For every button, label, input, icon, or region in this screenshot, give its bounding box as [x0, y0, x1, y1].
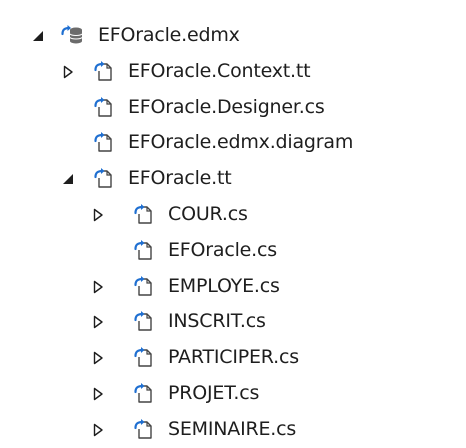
- template-file-icon: [132, 381, 156, 405]
- template-file-icon: [92, 59, 116, 83]
- template-file-icon: [132, 309, 156, 333]
- tree-node-label: COUR.cs: [168, 203, 248, 225]
- tree-node-label: EMPLOYE.cs: [168, 274, 280, 297]
- collapsed-arrow-icon[interactable]: [91, 422, 105, 436]
- tree-node[interactable]: COUR.cs: [0, 198, 466, 230]
- template-file-icon: [92, 130, 116, 154]
- collapsed-arrow-icon[interactable]: [91, 279, 105, 293]
- clipped-row-fragment: [118, 0, 288, 6]
- tree-node[interactable]: EFOracle.tt: [0, 162, 466, 194]
- expanded-arrow-icon[interactable]: [61, 171, 75, 185]
- template-file-icon: [132, 345, 156, 369]
- tree-node[interactable]: EFOracle.cs: [0, 234, 466, 266]
- collapsed-arrow-icon[interactable]: [91, 386, 105, 401]
- tree-node-label: EFOracle.edmx: [98, 24, 240, 46]
- tree-node[interactable]: EFOracle.Context.tt: [0, 55, 466, 87]
- tree-node[interactable]: EFOracle.edmx.diagram: [0, 126, 466, 158]
- solution-explorer-tree: EFOracle.edmx EFOracle.Context.tt EFOracle…: [0, 0, 466, 448]
- tree-node[interactable]: PARTICIPER.cs: [0, 341, 466, 373]
- template-file-icon: [132, 238, 156, 262]
- template-file-icon: [92, 95, 116, 119]
- collapsed-arrow-icon[interactable]: [91, 207, 105, 222]
- tree-node[interactable]: SEMINAIRE.cs: [0, 413, 466, 445]
- tree-node-label: EFOracle.Context.tt: [128, 59, 311, 82]
- tree-node-label: PROJET.cs: [168, 382, 260, 404]
- template-file-icon: [132, 202, 156, 226]
- template-file-icon: [132, 417, 156, 441]
- collapsed-arrow-icon[interactable]: [61, 64, 75, 78]
- tree-node-label: SEMINAIRE.cs: [168, 417, 297, 440]
- tree-node[interactable]: EFOracle.edmx: [0, 19, 466, 51]
- tree-node-label: EFOracle.edmx.diagram: [128, 131, 354, 154]
- expanded-arrow-icon[interactable]: [31, 28, 45, 42]
- tree-node-label: INSCRIT.cs: [168, 310, 266, 333]
- tree-node[interactable]: PROJET.cs: [0, 377, 466, 409]
- edmx-model-icon: [60, 23, 84, 47]
- tree-node[interactable]: EFOracle.Designer.cs: [0, 91, 466, 123]
- tree-node-label: EFOracle.tt: [128, 167, 232, 190]
- template-file-icon: [92, 166, 116, 190]
- tree-node[interactable]: INSCRIT.cs: [0, 305, 466, 337]
- collapsed-arrow-icon[interactable]: [91, 314, 105, 329]
- tree-node-label: PARTICIPER.cs: [168, 346, 299, 369]
- tree-node-label: EFOracle.cs: [168, 238, 277, 261]
- collapsed-arrow-icon[interactable]: [91, 350, 105, 365]
- tree-node[interactable]: EMPLOYE.cs: [0, 270, 466, 302]
- tree-node-label: EFOracle.Designer.cs: [128, 95, 325, 118]
- template-file-icon: [132, 274, 156, 298]
